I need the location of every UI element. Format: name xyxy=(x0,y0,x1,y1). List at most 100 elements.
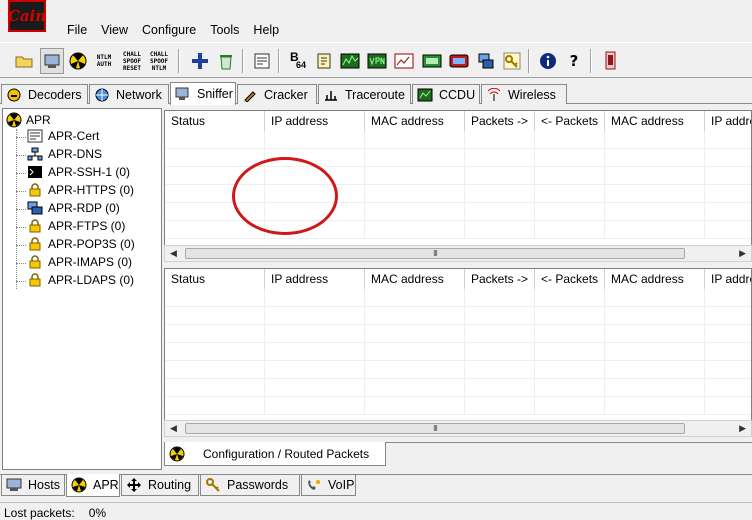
tree-item-label: APR-LDAPS (0) xyxy=(48,273,135,287)
display-icon[interactable] xyxy=(447,48,471,74)
scroll-right-icon[interactable]: ▶ xyxy=(739,423,746,434)
menu-file[interactable]: File xyxy=(60,22,94,40)
column-header-packets-out[interactable]: Packets -> xyxy=(465,111,535,131)
tab-passwords[interactable]: Passwords xyxy=(200,475,300,496)
lock-icon xyxy=(27,255,43,269)
tree-item-apr-ssh[interactable]: APR-SSH-1 (0) xyxy=(27,165,130,179)
tab-cracker[interactable]: Cracker xyxy=(237,84,317,104)
key-icon[interactable] xyxy=(500,48,524,74)
menu-configure[interactable]: Configure xyxy=(135,22,203,40)
tab-apr[interactable]: APR xyxy=(66,474,120,497)
recycle-icon[interactable] xyxy=(214,48,238,74)
toolbar-separator xyxy=(528,49,530,73)
tab-hosts[interactable]: Hosts xyxy=(1,475,65,496)
exit-icon[interactable] xyxy=(598,48,622,74)
traceroute-icon xyxy=(323,87,339,103)
tab-traceroute[interactable]: Traceroute xyxy=(318,84,411,104)
dns-icon xyxy=(27,147,43,161)
column-header-status[interactable]: Status xyxy=(165,111,265,131)
status-bar: Lost packets: 0% xyxy=(0,502,752,520)
start-apr-icon[interactable] xyxy=(66,48,90,74)
tab-decoders[interactable]: Decoders xyxy=(1,84,88,104)
tab-label: Routing xyxy=(148,478,192,492)
vpn-icon[interactable] xyxy=(365,48,389,74)
tree-item-apr-https[interactable]: APR-HTTPS (0) xyxy=(27,183,134,197)
tree-item-apr-ftps[interactable]: APR-FTPS (0) xyxy=(27,219,125,233)
tree-item-label: APR-SSH-1 (0) xyxy=(48,165,131,179)
monitor-icon[interactable] xyxy=(420,48,444,74)
tree-item-apr-imaps[interactable]: APR-IMAPS (0) xyxy=(27,255,132,269)
open-folder-icon[interactable] xyxy=(12,48,36,74)
move-arrows-icon xyxy=(126,477,142,493)
table-row xyxy=(165,325,751,343)
scroll-thumb[interactable]: III xyxy=(185,248,685,259)
apr-tree: APR APR-Cert APR-DNS APR-SSH-1 (0) APR-H… xyxy=(2,108,162,470)
tree-item-apr-rdp[interactable]: APR-RDP (0) xyxy=(27,201,120,215)
bottom-grid-hscrollbar[interactable]: ◀ III ▶ xyxy=(164,420,752,437)
tab-voip[interactable]: VoIP xyxy=(301,475,356,496)
tree-item-apr-ldaps[interactable]: APR-LDAPS (0) xyxy=(27,273,134,287)
column-header-ip-address-2[interactable]: IP address xyxy=(705,111,751,131)
tree-item-apr-cert[interactable]: APR-Cert xyxy=(27,129,99,143)
tab-sniffer[interactable]: Sniffer xyxy=(170,82,236,105)
menu-view[interactable]: View xyxy=(94,22,135,40)
table-row xyxy=(165,131,751,149)
lost-packets-value: 0% xyxy=(88,506,107,520)
tree-item-apr-pop3s[interactable]: APR-POP3S (0) xyxy=(27,237,135,251)
scroll-left-icon[interactable]: ◀ xyxy=(170,423,177,434)
help-icon[interactable]: ? xyxy=(562,48,586,74)
tab-ccdu[interactable]: CCDU xyxy=(412,84,480,104)
tree-item-label: APR-FTPS (0) xyxy=(48,219,126,233)
column-header-status[interactable]: Status xyxy=(165,269,265,289)
network-traffic-icon[interactable] xyxy=(338,48,362,74)
certificate-icon[interactable] xyxy=(250,48,274,74)
menu-help[interactable]: Help xyxy=(246,22,286,40)
menu-tools[interactable]: Tools xyxy=(203,22,246,40)
tab-network[interactable]: Network xyxy=(89,84,169,104)
tab-configuration-routed-packets[interactable]: Configuration / Routed Packets xyxy=(164,442,386,466)
tree-connector xyxy=(16,191,26,192)
tree-item-apr-dns[interactable]: APR-DNS xyxy=(27,147,102,161)
chart-icon[interactable] xyxy=(392,48,416,74)
info-icon[interactable] xyxy=(536,48,560,74)
column-header-packets-out[interactable]: Packets -> xyxy=(465,269,535,289)
column-header-mac-address-2[interactable]: MAC address xyxy=(605,111,705,131)
chall-spoof-reset-button[interactable]: CHALL SPOOF RESET xyxy=(120,48,144,74)
ntlm-auth-button[interactable]: NTLM AUTH xyxy=(92,48,116,74)
decoders-icon xyxy=(6,87,22,103)
column-header-ip-address[interactable]: IP address xyxy=(265,269,365,289)
tree-connector xyxy=(16,263,26,264)
tab-label: Hosts xyxy=(28,478,60,492)
column-header-packets-in[interactable]: <- Packets xyxy=(535,111,605,131)
chall-spoof-ntlm-button[interactable]: CHALL SPOOF NTLM xyxy=(147,48,171,74)
scroll-left-icon[interactable]: ◀ xyxy=(170,248,177,259)
base64-icon[interactable]: B 64 xyxy=(286,48,310,74)
tab-wireless[interactable]: Wireless xyxy=(481,84,567,104)
scroll-right-icon[interactable]: ▶ xyxy=(739,248,746,259)
top-grid-hscrollbar[interactable]: ◀ III ▶ xyxy=(164,245,752,262)
tree-connector xyxy=(16,227,26,228)
tree-root-apr[interactable]: APR xyxy=(6,112,51,128)
tree-item-label: APR-DNS xyxy=(48,147,103,161)
start-sniffer-icon[interactable] xyxy=(40,48,64,74)
radiation-icon xyxy=(169,446,185,462)
lost-packets-label: Lost packets: xyxy=(4,506,75,520)
tab-label: Traceroute xyxy=(345,87,405,102)
tree-item-label: APR-Cert xyxy=(48,129,100,143)
add-icon[interactable] xyxy=(188,48,212,74)
main-tabs: Decoders Network Sniffer Cracker Tracero… xyxy=(0,82,752,105)
column-header-packets-in[interactable]: <- Packets xyxy=(535,269,605,289)
column-header-ip-address-2[interactable]: IP address xyxy=(705,269,751,289)
toolbar-separator xyxy=(178,49,180,73)
column-header-mac-address[interactable]: MAC address xyxy=(365,111,465,131)
tree-root-label: APR xyxy=(26,113,51,127)
scroll-thumb[interactable]: III xyxy=(185,423,685,434)
tab-routing[interactable]: Routing xyxy=(121,475,199,496)
column-header-mac-address[interactable]: MAC address xyxy=(365,269,465,289)
hash-calculator-icon[interactable] xyxy=(312,48,336,74)
rdp-icon[interactable] xyxy=(474,48,498,74)
table-row xyxy=(165,397,751,415)
column-header-ip-address[interactable]: IP address xyxy=(265,111,365,131)
column-header-mac-address-2[interactable]: MAC address xyxy=(605,269,705,289)
toolbar-separator xyxy=(278,49,280,73)
